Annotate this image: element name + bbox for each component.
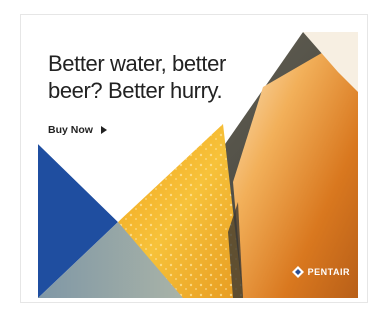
headline: Better water, better beer? Better hurry. <box>48 50 258 104</box>
buy-now-button[interactable]: Buy Now <box>48 124 107 136</box>
buy-now-label: Buy Now <box>48 124 93 136</box>
pentair-logo[interactable]: PENTAIR <box>291 266 350 278</box>
pentair-banner-ad[interactable]: Better water, better beer? Better hurry.… <box>38 32 358 298</box>
brand-name: PENTAIR <box>307 267 350 277</box>
arrow-right-icon <box>100 126 107 134</box>
headline-line-2: beer? Better hurry. <box>48 78 223 103</box>
headline-line-1: Better water, better <box>48 51 226 76</box>
pentair-logo-icon <box>291 266 304 278</box>
